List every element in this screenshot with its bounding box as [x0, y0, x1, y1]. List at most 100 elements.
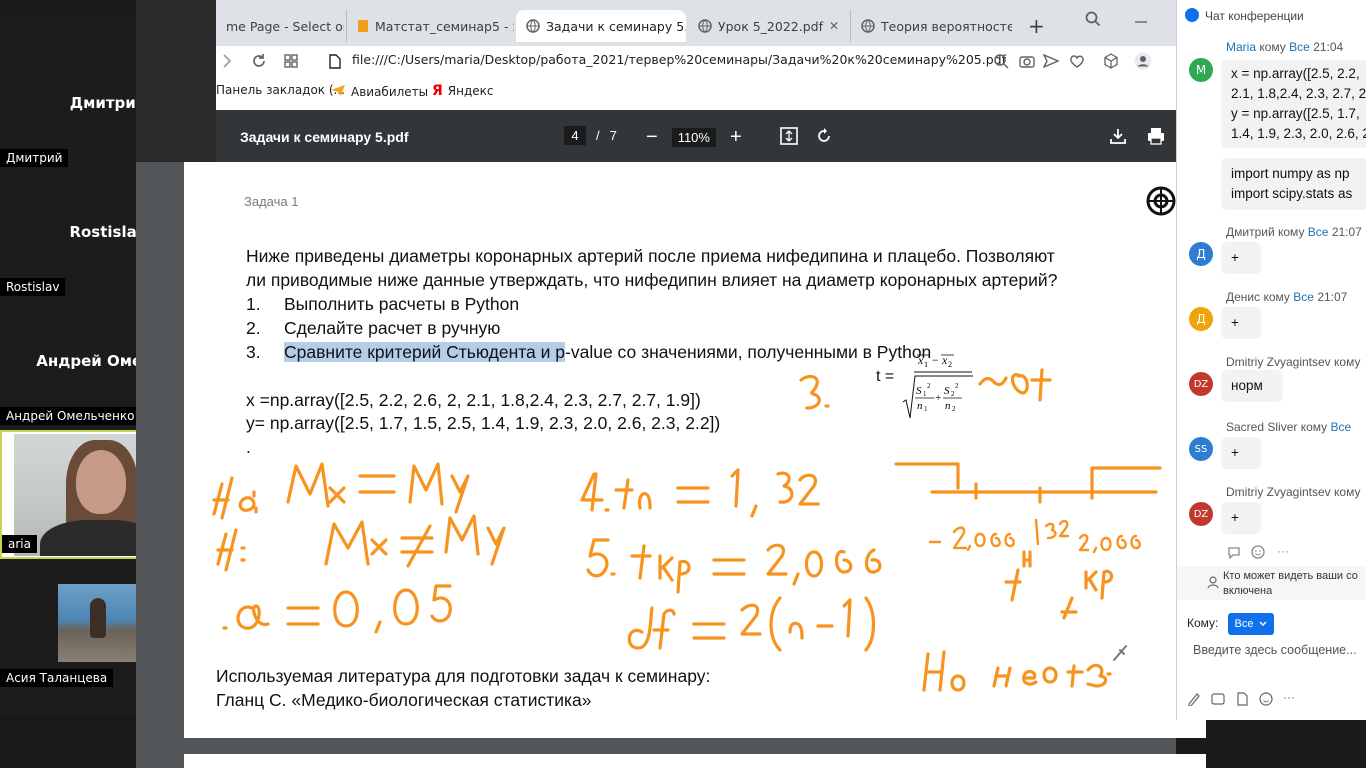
photo-figure: [90, 598, 106, 638]
selected-text-highlight: Сравните критерий Стьюдента и p: [284, 342, 566, 362]
print-icon[interactable]: [1146, 126, 1166, 146]
grid-icon[interactable]: [282, 52, 300, 70]
ink-neg-2086: [928, 526, 1015, 552]
minimize-icon[interactable]: [1132, 10, 1150, 28]
bookmark-label: Авиабилеты: [351, 84, 429, 99]
svg-text:2: 2: [952, 405, 956, 413]
cube-icon[interactable]: [1102, 52, 1120, 70]
tab-urok[interactable]: Урок 5_2022.pdf ✕: [688, 10, 848, 42]
message-line: x = np.array([2.5, 2.2,: [1231, 66, 1360, 81]
chat-panel: Чат конференции M Maria кому Все 21:04 x…: [1176, 0, 1366, 720]
file-attach-icon[interactable]: [1235, 692, 1249, 711]
literature-title: Используемая литература для подготовки з…: [216, 666, 711, 686]
message-bubble[interactable]: норм: [1221, 370, 1283, 402]
message-input[interactable]: Введите здесь сообщение...: [1193, 643, 1363, 657]
rotate-icon[interactable]: [814, 126, 834, 146]
forward-icon[interactable]: [218, 52, 236, 70]
task-label: Задача 1: [244, 194, 299, 209]
more-options-icon[interactable]: ···: [1283, 690, 1295, 704]
zoom-out-button[interactable]: −: [646, 126, 658, 149]
sender-name: Дмитрий: [1226, 225, 1275, 239]
ink-mx-eq-my: [286, 462, 346, 508]
tab-teoriya[interactable]: Теория вероятностей: [850, 10, 1012, 42]
message-time: 21:07: [1317, 290, 1348, 304]
ink-five: [586, 538, 616, 578]
message-header: Dmitriy Zvyagintsev кому: [1226, 485, 1360, 499]
formula-t: t =: [876, 368, 895, 385]
tab-matstat[interactable]: Матстат_семинар5 - Я ✕: [346, 10, 514, 42]
ink-ho: [922, 650, 966, 692]
message-bubble[interactable]: +: [1221, 242, 1261, 274]
new-tab-button[interactable]: +: [1018, 10, 1055, 42]
ink-three: [799, 374, 821, 410]
bookmark-panel[interactable]: Панель закладок (...: [216, 83, 345, 97]
recipient-select[interactable]: Все: [1228, 613, 1274, 635]
message-header: Sacred Sliver кому Все: [1226, 420, 1351, 434]
more-icon[interactable]: ···: [1277, 544, 1289, 558]
tab-strip: me Page - Select or Матстат_семинар5 - Я…: [216, 0, 1176, 46]
screen: Дмитрий Дмитрий Rostislav Rostislav Андр…: [0, 0, 1366, 768]
literature-item: Гланц С. «Медико-биологическая статистик…: [216, 690, 592, 710]
camera-icon[interactable]: [1018, 52, 1036, 70]
message-bubble[interactable]: +: [1221, 307, 1261, 339]
bookmarks-bar: Панель закладок (... Авиабилеты Я Яндекс: [216, 80, 1176, 102]
participant-name-tag: Андрей Омельченко: [0, 407, 141, 425]
svg-text:1: 1: [924, 405, 928, 413]
participant-photo: [58, 584, 138, 662]
message-time: 21:07: [1331, 225, 1362, 239]
emoji-icon[interactable]: [1251, 545, 1265, 564]
notice-line-2: включена: [1223, 585, 1273, 597]
to-label: Кому:: [1187, 616, 1219, 630]
page-total: 7: [609, 128, 617, 143]
list-item-number: 1.: [246, 294, 261, 314]
svg-text:S: S: [944, 385, 950, 397]
reply-icon[interactable]: [1227, 545, 1241, 564]
profile-icon[interactable]: [1134, 52, 1152, 70]
message-bubble[interactable]: x = np.array([2.5, 2.2, 2.1, 1.8,2.4, 2.…: [1221, 60, 1366, 148]
zoom-value[interactable]: 110%: [671, 128, 716, 147]
send-icon[interactable]: [1042, 52, 1060, 70]
message-header: Maria кому Все 21:04: [1226, 40, 1343, 54]
ink-mx-ne-my: [324, 520, 388, 566]
sender-name: Dmitriy Zvyagintsev: [1226, 355, 1331, 369]
heart-icon[interactable]: [1068, 52, 1086, 70]
plane-icon: [330, 83, 346, 100]
message-bubble[interactable]: +: [1221, 437, 1261, 469]
format-icon[interactable]: [1187, 692, 1201, 711]
message-bubble[interactable]: +: [1221, 502, 1261, 534]
tab-zadachi[interactable]: Задачи к семинару 5.p ✕: [516, 10, 686, 42]
zoom-in-button[interactable]: +: [730, 126, 742, 149]
download-icon[interactable]: [1108, 126, 1128, 146]
screenshot-icon[interactable]: [1211, 692, 1225, 711]
file-icon: [326, 52, 344, 70]
zoom-search-icon[interactable]: [992, 52, 1010, 70]
globe-icon: [698, 18, 712, 34]
bookmark-yandex[interactable]: Я Яндекс: [432, 83, 494, 99]
bookmark-avia[interactable]: Авиабилеты: [330, 83, 428, 100]
svg-text:n: n: [945, 400, 951, 412]
message-line: 1.4, 1.9, 2.3, 2.0, 2.6, 2: [1231, 126, 1366, 141]
message-header: Дмитрий кому Все 21:07: [1226, 225, 1362, 239]
close-icon[interactable]: ✕: [829, 19, 839, 33]
dot-text: .: [246, 437, 251, 457]
pdf-page: Задача 1 Ниже приведены диаметры коронар…: [184, 162, 1206, 738]
page-input[interactable]: 4: [564, 126, 586, 145]
ink-otv: [1042, 663, 1112, 688]
fit-page-icon[interactable]: [779, 126, 799, 146]
x-array-line: x =np.array([2.5, 2.2, 2.6, 2, 2.1, 1.8,…: [246, 390, 701, 410]
svg-text:+: +: [935, 392, 941, 404]
message-bubble[interactable]: import numpy as np import scipy.stats as: [1221, 158, 1366, 210]
address-bar[interactable]: file:///C:/Users/maria/Desktop/работа_20…: [352, 52, 1012, 72]
avatar: DZ: [1189, 372, 1213, 396]
reload-icon[interactable]: [250, 52, 268, 70]
participant-name-tag: Rostislav: [0, 278, 66, 296]
ink-132-label: [1034, 518, 1070, 546]
message-header: Денис кому Все 21:07: [1226, 290, 1347, 304]
emoji-picker-icon[interactable]: [1259, 692, 1273, 711]
participant-name-tag: Асия Таланцева: [0, 669, 114, 687]
avatar: M: [1189, 58, 1213, 82]
search-tabs-icon[interactable]: [1084, 10, 1102, 28]
svg-text:2: 2: [927, 382, 931, 390]
tab-home[interactable]: me Page - Select or: [216, 10, 344, 42]
formula-fraction: x 1 − x 2 S 1 2 n 1 + S 2 2 n 2: [902, 353, 973, 419]
